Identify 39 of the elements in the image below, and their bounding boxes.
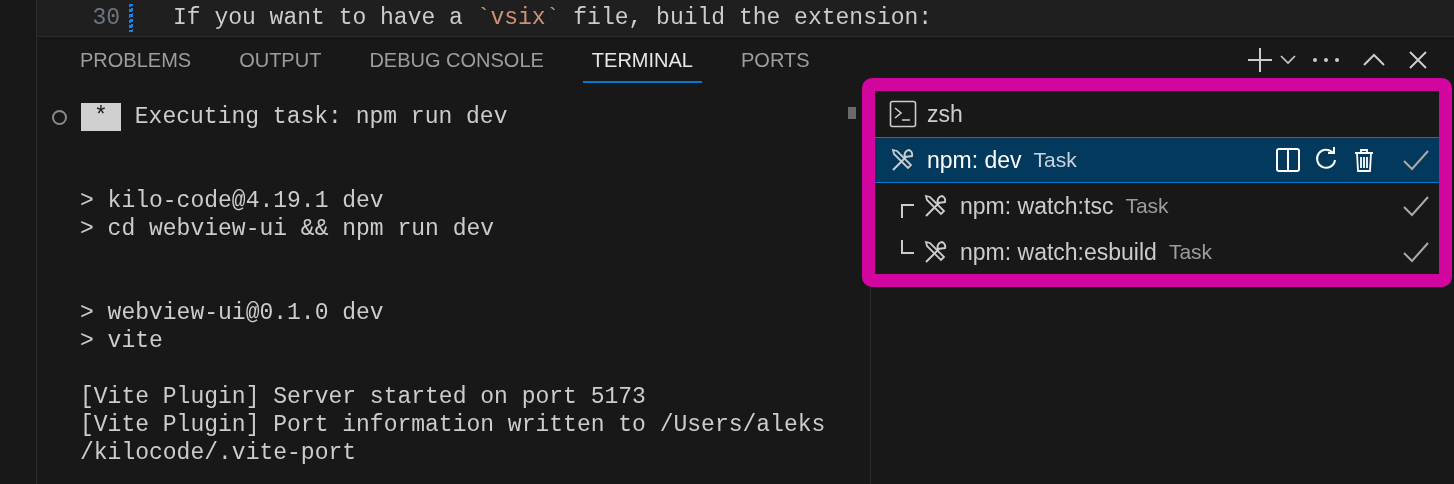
close-icon[interactable] [1408, 50, 1428, 70]
terminal-list-item[interactable]: npm: dev Task [875, 137, 1439, 183]
command-decoration-icon [52, 109, 67, 125]
chevron-down-icon[interactable] [1280, 55, 1296, 65]
terminal-line: Executing task: npm run dev [134, 103, 508, 131]
plus-icon[interactable] [1246, 46, 1274, 74]
panel-tab[interactable]: PROBLEMS [71, 37, 201, 83]
panel-tab[interactable]: DEBUG CONSOLE [360, 37, 553, 83]
terminal-list-item[interactable]: npm: watch:esbuild Task [875, 229, 1439, 275]
terminal-name: zsh [927, 100, 963, 128]
terminal-type: Task [1125, 194, 1169, 218]
terminal-type: Task [1168, 240, 1213, 264]
panel-tab[interactable]: PORTS [732, 37, 819, 83]
scrollbar-thumb[interactable] [848, 107, 856, 119]
terminal-name: npm: dev [927, 146, 1022, 174]
code-line: If you want to have a `vsix` file, build the extension: [173, 5, 933, 31]
ellipsis-icon[interactable] [1312, 57, 1340, 63]
tree-connector-icon [901, 240, 914, 254]
terminal-line: > cd webview-ui && npm run dev [80, 215, 495, 243]
terminal-line: [Vite Plugin] Port information written to /Users/aleks [80, 411, 826, 439]
terminal-line: > webview-ui@0.1.0 dev [80, 299, 384, 327]
tree-connector-icon [901, 204, 914, 218]
change-marker-icon [129, 4, 133, 32]
panel-tab[interactable]: OUTPUT [230, 37, 331, 83]
terminal-line: > kilo-code@4.19.1 dev [80, 187, 384, 215]
panel-tab[interactable]: TERMINAL [582, 37, 702, 83]
terminal-line: > vite [80, 327, 163, 355]
terminal-line: /kilocode/.vite-port [80, 439, 357, 467]
terminal-line: [Vite Plugin] Server started on port 5173 [80, 383, 646, 411]
terminal-icon [889, 100, 917, 128]
terminal-name: npm: watch:tsc [960, 192, 1114, 220]
terminal-name: npm: watch:esbuild [960, 238, 1157, 266]
chevron-up-icon[interactable] [1362, 53, 1386, 67]
terminal-type: Task [1033, 148, 1077, 172]
terminal-list-item[interactable]: npm: watch:tsc Task [875, 183, 1439, 229]
terminal-list-item[interactable]: zsh [875, 91, 1439, 137]
line-number: 30 [91, 5, 120, 31]
split-icon[interactable] [1275, 147, 1301, 173]
task-badge: * [81, 103, 121, 131]
